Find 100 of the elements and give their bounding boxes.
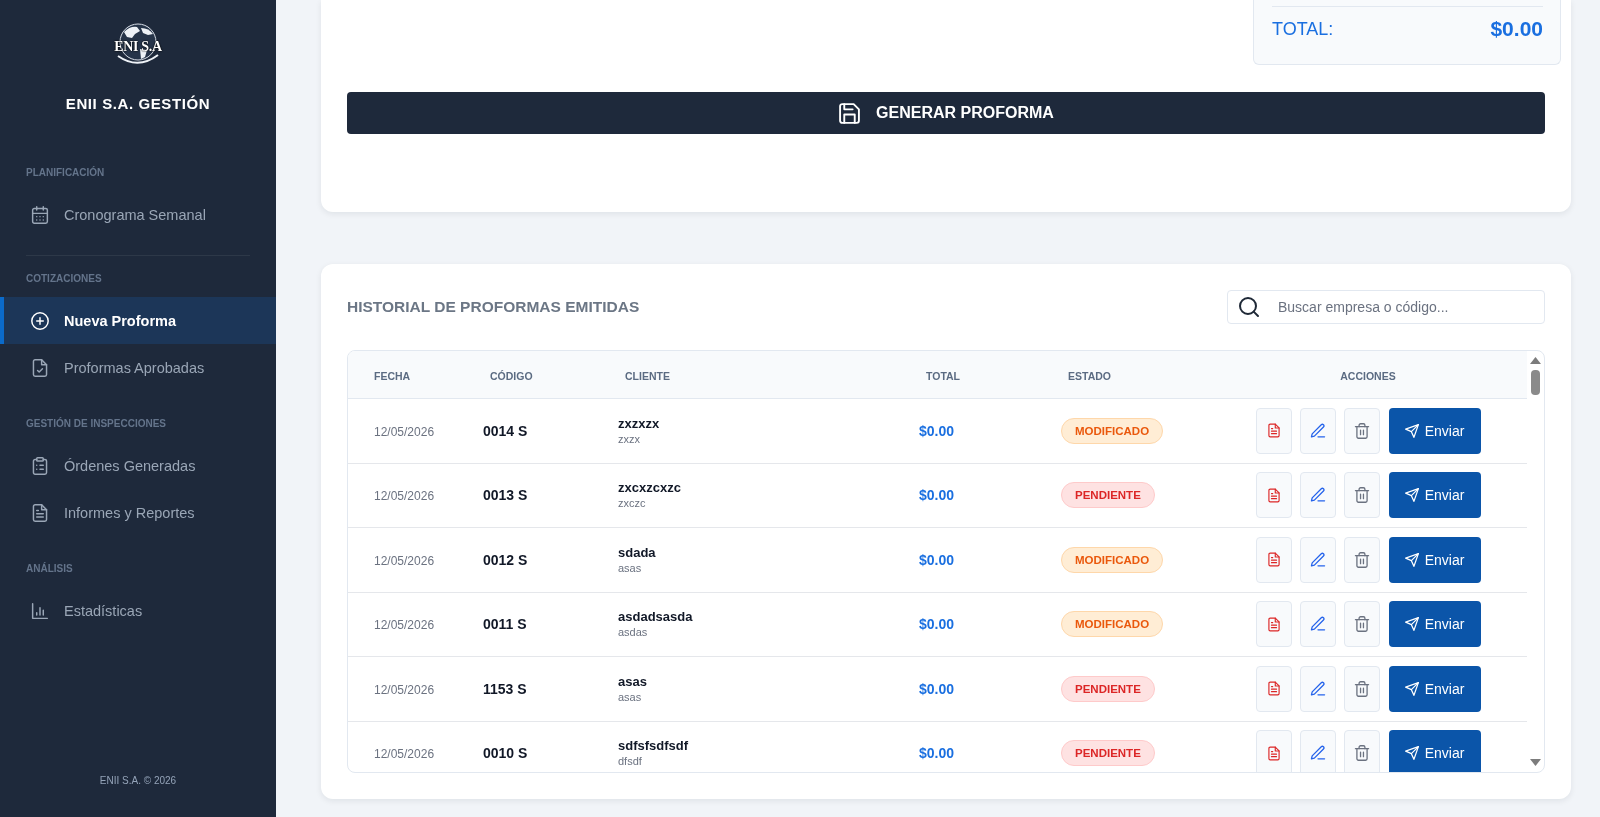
paper-plane-icon bbox=[1404, 681, 1419, 696]
document-icon bbox=[1266, 745, 1281, 761]
total-amount: $0.00 bbox=[919, 551, 955, 568]
edit-button[interactable] bbox=[1299, 730, 1336, 772]
column-header: ESTADO bbox=[1068, 369, 1111, 382]
paper-plane-icon bbox=[1404, 423, 1419, 438]
scroll-down-icon[interactable] bbox=[1530, 759, 1541, 766]
total-label: TOTAL: bbox=[1272, 18, 1334, 40]
document-icon bbox=[31, 503, 49, 522]
edit-button[interactable] bbox=[1299, 601, 1336, 648]
paper-plane-icon bbox=[1404, 746, 1419, 761]
nav-item[interactable]: Proformas Aprobadas bbox=[0, 344, 276, 391]
delete-button[interactable] bbox=[1343, 601, 1380, 648]
status-badge: MODIFICADO bbox=[1061, 546, 1164, 573]
total-value: $0.00 bbox=[1490, 17, 1543, 41]
document-icon bbox=[1266, 423, 1281, 439]
date-text: 12/05/2026 bbox=[374, 618, 435, 633]
paper-plane-icon bbox=[1404, 488, 1419, 503]
client-detail: zxczc bbox=[618, 497, 646, 511]
app-title: ENII S.A. GESTIÓN bbox=[65, 95, 211, 113]
nav-item[interactable]: Nueva Proforma bbox=[0, 297, 276, 344]
document-button[interactable] bbox=[1255, 536, 1292, 583]
clipboard-icon bbox=[31, 456, 49, 475]
client-name: sdfsfsdfsdf bbox=[618, 738, 689, 754]
client-name: zxzxzx bbox=[618, 415, 660, 431]
send-button[interactable]: Enviar bbox=[1388, 407, 1481, 454]
section-label: COTIZACIONES bbox=[26, 272, 102, 286]
paper-plane-icon bbox=[1404, 617, 1419, 632]
copyright-text: ENII S.A. © 2026 bbox=[99, 775, 177, 787]
section-title: HISTORIAL DE PROFORMAS EMITIDAS bbox=[347, 297, 640, 317]
send-button[interactable]: Enviar bbox=[1388, 601, 1481, 648]
section-label: GESTIÓN DE INSPECCIONES bbox=[26, 417, 167, 431]
code-text: 0010 S bbox=[483, 745, 528, 762]
nav-item[interactable]: Estadísticas bbox=[0, 587, 276, 634]
delete-button[interactable] bbox=[1343, 536, 1380, 583]
trash-icon bbox=[1353, 680, 1370, 697]
pencil-icon bbox=[1309, 422, 1326, 439]
code-text: 0012 S bbox=[483, 551, 528, 568]
column-header: ACCIONES bbox=[1340, 369, 1396, 382]
scrollbar-thumb[interactable] bbox=[1531, 370, 1540, 395]
document-button[interactable] bbox=[1255, 665, 1292, 712]
column-header: TOTAL bbox=[926, 369, 961, 382]
document-icon bbox=[1266, 552, 1281, 568]
save-icon bbox=[838, 101, 862, 125]
client-detail: dfsdf bbox=[618, 755, 642, 769]
section-label: PLANIFICACIÓN bbox=[26, 166, 105, 180]
delete-button[interactable] bbox=[1343, 472, 1380, 519]
total-amount: $0.00 bbox=[919, 422, 955, 439]
edit-button[interactable] bbox=[1299, 665, 1336, 712]
code-text: 0013 S bbox=[483, 487, 528, 504]
status-badge: PENDIENTE bbox=[1061, 740, 1155, 767]
scroll-up-icon[interactable] bbox=[1530, 357, 1541, 364]
status-badge: PENDIENTE bbox=[1061, 675, 1155, 702]
delete-button[interactable] bbox=[1343, 665, 1380, 712]
trash-icon bbox=[1353, 616, 1370, 633]
calendar-icon bbox=[31, 205, 49, 224]
generate-button[interactable]: GENERAR PROFORMA bbox=[347, 92, 1545, 134]
trash-icon bbox=[1353, 745, 1370, 762]
total-amount: $0.00 bbox=[919, 487, 955, 504]
section-label: ANÁLISIS bbox=[26, 562, 73, 576]
file-check-icon bbox=[31, 358, 49, 377]
edit-button[interactable] bbox=[1299, 407, 1336, 454]
search-field[interactable]: Buscar empresa o código... bbox=[1227, 290, 1545, 324]
document-button[interactable] bbox=[1255, 407, 1292, 454]
send-button[interactable]: Enviar bbox=[1388, 472, 1481, 519]
status-badge: MODIFICADO bbox=[1061, 611, 1164, 638]
date-text: 12/05/2026 bbox=[374, 424, 435, 439]
send-button[interactable]: Enviar bbox=[1388, 730, 1481, 772]
document-button[interactable] bbox=[1255, 730, 1292, 772]
column-header: FECHA bbox=[374, 369, 411, 382]
total-amount: $0.00 bbox=[919, 616, 955, 633]
client-name: asdadsasda bbox=[618, 609, 693, 625]
delete-button[interactable] bbox=[1343, 730, 1380, 772]
edit-button[interactable] bbox=[1299, 472, 1336, 519]
date-text: 12/05/2026 bbox=[374, 553, 435, 568]
pencil-icon bbox=[1309, 487, 1326, 504]
code-text: 1153 S bbox=[483, 680, 527, 697]
nav-item[interactable]: Órdenes Generadas bbox=[0, 442, 276, 489]
nav-item[interactable]: Informes y Reportes bbox=[0, 489, 276, 536]
edit-button[interactable] bbox=[1299, 536, 1336, 583]
client-name: sdada bbox=[618, 544, 656, 560]
total-amount: $0.00 bbox=[919, 680, 955, 697]
send-button[interactable]: Enviar bbox=[1388, 536, 1481, 583]
column-header: CÓDIGO bbox=[490, 369, 533, 382]
pencil-icon bbox=[1309, 616, 1326, 633]
logo-text: ENI S.A bbox=[114, 39, 162, 55]
document-button[interactable] bbox=[1255, 472, 1292, 519]
search-icon bbox=[1238, 296, 1260, 318]
trash-icon bbox=[1353, 487, 1370, 504]
document-button[interactable] bbox=[1255, 601, 1292, 648]
nav-item[interactable]: Cronograma Semanal bbox=[0, 191, 276, 238]
plus-circle-icon bbox=[31, 311, 49, 330]
pencil-icon bbox=[1309, 551, 1326, 568]
pencil-icon bbox=[1309, 745, 1326, 762]
code-text: 0011 S bbox=[483, 616, 527, 633]
trash-icon bbox=[1353, 551, 1370, 568]
column-header: CLIENTE bbox=[625, 369, 670, 382]
pencil-icon bbox=[1309, 680, 1326, 697]
send-button[interactable]: Enviar bbox=[1388, 665, 1481, 712]
delete-button[interactable] bbox=[1343, 407, 1380, 454]
